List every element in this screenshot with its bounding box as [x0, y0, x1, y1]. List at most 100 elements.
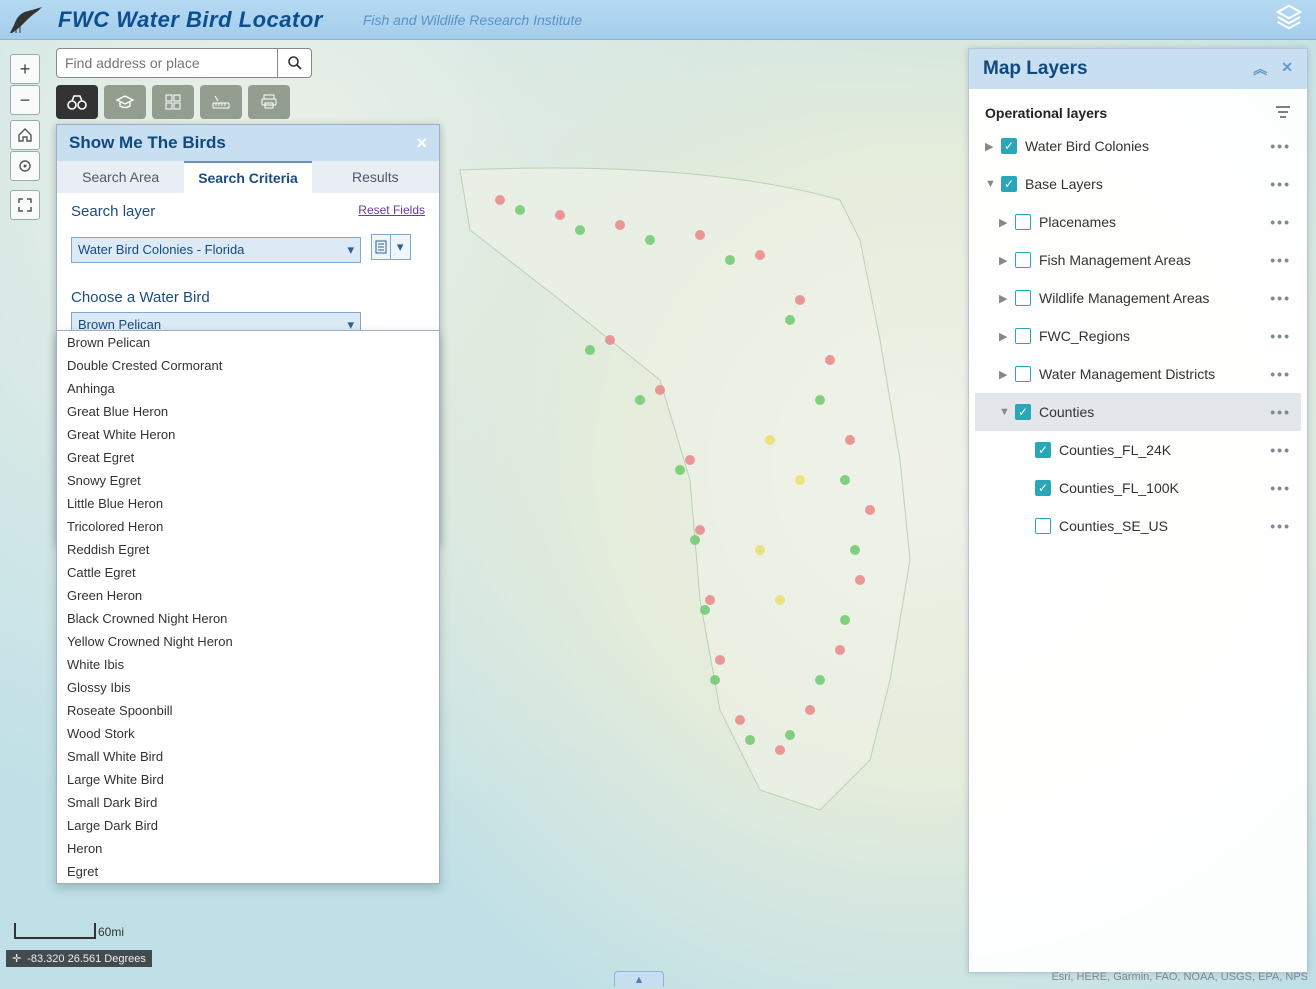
- basemap-tool-button[interactable]: [152, 85, 194, 119]
- layer-checkbox[interactable]: [1015, 290, 1031, 306]
- layer-checkbox[interactable]: [1015, 328, 1031, 344]
- map-layers-title-bar[interactable]: Map Layers ︽ ✕: [969, 49, 1307, 89]
- zoom-in-button[interactable]: +: [10, 54, 40, 84]
- search-submit-button[interactable]: [278, 48, 312, 78]
- bird-option[interactable]: Yellow Crowned Night Heron: [57, 630, 439, 653]
- twist-icon[interactable]: ▶: [999, 292, 1011, 305]
- layer-row[interactable]: ▶ Placenames•••: [975, 203, 1301, 241]
- layer-row[interactable]: Counties_FL_100K•••: [975, 469, 1301, 507]
- layer-detail-button[interactable]: [371, 234, 391, 260]
- bird-option[interactable]: Snowy Egret: [57, 469, 439, 492]
- layer-checkbox[interactable]: [1035, 518, 1051, 534]
- crosshair-icon: ✛: [12, 952, 21, 965]
- layer-row[interactable]: ▶Water Bird Colonies•••: [975, 127, 1301, 165]
- coordinate-value: -83.320 26.561 Degrees: [27, 953, 146, 965]
- bird-option[interactable]: Anhinga: [57, 377, 439, 400]
- layer-menu-button[interactable]: •••: [1264, 138, 1297, 154]
- bird-logo-icon: [6, 3, 50, 37]
- bird-option[interactable]: Brown Pelican: [57, 331, 439, 354]
- measure-tool-button[interactable]: [200, 85, 242, 119]
- layer-menu-button[interactable]: •••: [1264, 404, 1297, 420]
- layer-row[interactable]: ▼Base Layers•••: [975, 165, 1301, 203]
- bird-option[interactable]: Great White Heron: [57, 423, 439, 446]
- bird-option[interactable]: Tricolored Heron: [57, 515, 439, 538]
- layer-checkbox[interactable]: [1015, 366, 1031, 382]
- bird-option[interactable]: Large Dark Bird: [57, 814, 439, 837]
- layer-menu-button[interactable]: •••: [1264, 176, 1297, 192]
- bird-option[interactable]: Roseate Spoonbill: [57, 699, 439, 722]
- layer-checkbox[interactable]: [1015, 252, 1031, 268]
- layers-toggle-icon[interactable]: [1274, 2, 1304, 32]
- search-layer-dropdown[interactable]: Water Bird Colonies - Florida ▾: [71, 237, 361, 263]
- binoculars-tool-button[interactable]: [56, 85, 98, 119]
- layer-row[interactable]: Counties_FL_24K•••: [975, 431, 1301, 469]
- locate-me-button[interactable]: [10, 151, 40, 181]
- app-subtitle: Fish and Wildlife Research Institute: [363, 12, 582, 28]
- twist-icon[interactable]: ▶: [999, 330, 1011, 343]
- twist-icon[interactable]: ▼: [999, 406, 1011, 418]
- layer-menu-button[interactable]: •••: [1264, 214, 1297, 230]
- layer-menu-button[interactable]: •••: [1264, 518, 1297, 534]
- attribution-expand-tab[interactable]: ▲: [614, 971, 664, 987]
- layer-row[interactable]: Counties_SE_US•••: [975, 507, 1301, 545]
- bird-option[interactable]: Black Crowned Night Heron: [57, 607, 439, 630]
- zoom-out-button[interactable]: −: [10, 85, 40, 115]
- bird-option[interactable]: Little Blue Heron: [57, 492, 439, 515]
- home-extent-button[interactable]: [10, 120, 40, 150]
- fullscreen-button[interactable]: [10, 190, 40, 220]
- layer-menu-button[interactable]: •••: [1264, 366, 1297, 382]
- panel-close-button[interactable]: ×: [416, 133, 427, 154]
- close-icon[interactable]: ✕: [1281, 59, 1293, 79]
- collapse-icon[interactable]: ︽: [1253, 59, 1267, 79]
- bird-option[interactable]: Heron: [57, 837, 439, 860]
- layer-checkbox[interactable]: [1015, 214, 1031, 230]
- layer-menu-button[interactable]: •••: [1264, 290, 1297, 306]
- bird-option[interactable]: Great Egret: [57, 446, 439, 469]
- bird-option[interactable]: Egret: [57, 860, 439, 883]
- print-tool-button[interactable]: [248, 85, 290, 119]
- layer-menu-button[interactable]: •••: [1264, 480, 1297, 496]
- bird-option[interactable]: Glossy Ibis: [57, 676, 439, 699]
- layer-row[interactable]: ▼Counties•••: [975, 393, 1301, 431]
- bird-option[interactable]: Great Blue Heron: [57, 400, 439, 423]
- reset-fields-link[interactable]: Reset Fields: [358, 203, 425, 217]
- layer-menu-button[interactable]: •••: [1264, 442, 1297, 458]
- layer-checkbox[interactable]: [1015, 404, 1031, 420]
- tab-search-area[interactable]: Search Area: [57, 161, 184, 193]
- twist-icon[interactable]: ▶: [999, 368, 1011, 381]
- bird-option[interactable]: White Ibis: [57, 653, 439, 676]
- tab-results[interactable]: Results: [312, 161, 439, 193]
- bird-option[interactable]: Large White Bird: [57, 768, 439, 791]
- layer-row[interactable]: ▶FWC_Regions•••: [975, 317, 1301, 355]
- layer-checkbox[interactable]: [1001, 138, 1017, 154]
- choose-bird-label: Choose a Water Bird: [71, 289, 425, 306]
- bird-option[interactable]: Small White Bird: [57, 745, 439, 768]
- filter-icon[interactable]: [1275, 105, 1291, 119]
- layer-row[interactable]: ▶Fish Management Areas•••: [975, 241, 1301, 279]
- bird-option[interactable]: Double Crested Cormorant: [57, 354, 439, 377]
- bird-option[interactable]: Small Dark Bird: [57, 791, 439, 814]
- twist-icon[interactable]: ▶: [999, 254, 1011, 267]
- layer-checkbox[interactable]: [1035, 480, 1051, 496]
- twist-icon[interactable]: ▼: [985, 178, 997, 190]
- layer-checkbox[interactable]: [1001, 176, 1017, 192]
- coordinate-readout[interactable]: ✛ -83.320 26.561 Degrees: [6, 950, 152, 967]
- layer-row[interactable]: ▶Water Management Districts•••: [975, 355, 1301, 393]
- layer-menu-button[interactable]: •••: [1264, 252, 1297, 268]
- layer-menu-button[interactable]: •••: [1264, 328, 1297, 344]
- layer-label: Placenames: [1039, 214, 1264, 230]
- bird-option[interactable]: Wood Stork: [57, 722, 439, 745]
- bird-option[interactable]: Cattle Egret: [57, 561, 439, 584]
- education-tool-button[interactable]: [104, 85, 146, 119]
- layer-row[interactable]: ▶Wildlife Management Areas•••: [975, 279, 1301, 317]
- tab-search-criteria[interactable]: Search Criteria: [184, 161, 311, 193]
- bird-dropdown-list[interactable]: Brown PelicanDouble Crested CormorantAnh…: [56, 330, 440, 884]
- twist-icon[interactable]: ▶: [985, 140, 997, 153]
- layer-extra-dropdown[interactable]: ▾: [391, 234, 411, 260]
- bird-option[interactable]: Green Heron: [57, 584, 439, 607]
- panel-title-bar[interactable]: Show Me The Birds ×: [57, 125, 439, 161]
- bird-option[interactable]: Reddish Egret: [57, 538, 439, 561]
- layer-checkbox[interactable]: [1035, 442, 1051, 458]
- twist-icon[interactable]: ▶: [999, 216, 1011, 229]
- search-input[interactable]: [56, 48, 278, 78]
